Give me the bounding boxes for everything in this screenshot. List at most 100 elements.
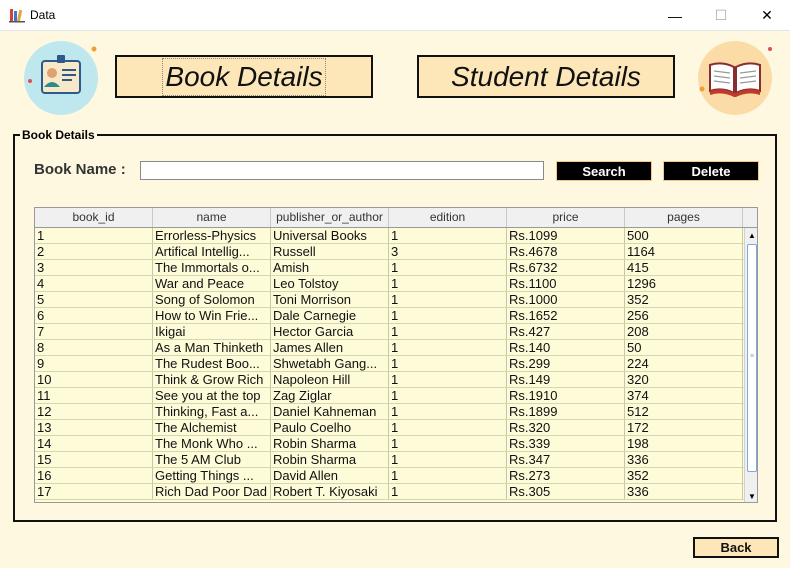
table-cell-book-id[interactable]: 4 — [35, 276, 153, 291]
table-cell-price[interactable]: Rs.305 — [507, 484, 625, 499]
table-cell-publisher-or-author[interactable]: Paulo Coelho — [271, 420, 389, 435]
maximize-button[interactable]: ☐ — [698, 0, 744, 31]
book-name-input[interactable] — [140, 161, 544, 180]
table-cell-book-id[interactable]: 10 — [35, 372, 153, 387]
table-row[interactable]: 2 Artifical Intellig... Russell 3 Rs.4678 116… — [35, 244, 744, 260]
table-cell-publisher-or-author[interactable]: Robert T. Kiyosaki — [271, 484, 389, 499]
table-cell-name[interactable]: See you at the top — [153, 388, 271, 403]
table-row[interactable]: 11 See you at the top Zag Ziglar 1 Rs.1910 37… — [35, 388, 744, 404]
table-cell-price[interactable]: Rs.273 — [507, 468, 625, 483]
table-cell-name[interactable]: Rich Dad Poor Dad — [153, 484, 271, 499]
table-cell-publisher-or-author[interactable]: Russell — [271, 244, 389, 259]
table-cell-edition[interactable]: 1 — [389, 468, 507, 483]
table-cell-name[interactable]: The Immortals o... — [153, 260, 271, 275]
table-cell-pages[interactable]: 336 — [625, 484, 743, 499]
table-cell-price[interactable]: Rs.1899 — [507, 404, 625, 419]
table-row[interactable]: 5 Song of Solomon Toni Morrison 1 Rs.1000 352 — [35, 292, 744, 308]
table-cell-edition[interactable]: 1 — [389, 484, 507, 499]
table-cell-name[interactable]: War and Peace — [153, 276, 271, 291]
table-row[interactable]: 15 The 5 AM Club Robin Sharma 1 Rs.347 336 — [35, 452, 744, 468]
table-cell-pages[interactable]: 198 — [625, 436, 743, 451]
table-row[interactable]: 3 The Immortals o... Amish 1 Rs.6732 415 — [35, 260, 744, 276]
table-cell-pages[interactable]: 352 — [625, 292, 743, 307]
table-cell-book-id[interactable]: 7 — [35, 324, 153, 339]
table-cell-edition[interactable]: 1 — [389, 452, 507, 467]
table-cell-book-id[interactable]: 12 — [35, 404, 153, 419]
table-cell-book-id[interactable]: 15 — [35, 452, 153, 467]
table-row[interactable]: 16 Getting Things ... David Allen 1 Rs.273 35… — [35, 468, 744, 484]
table-row[interactable]: 13 The Alchemist Paulo Coelho 1 Rs.320 172 — [35, 420, 744, 436]
vertical-scrollbar[interactable]: ▲ ≡ ▼ — [744, 228, 757, 502]
table-cell-price[interactable]: Rs.6732 — [507, 260, 625, 275]
table-cell-name[interactable]: The 5 AM Club — [153, 452, 271, 467]
table-cell-publisher-or-author[interactable]: Shwetabh Gang... — [271, 356, 389, 371]
scroll-down-arrow-icon[interactable]: ▼ — [745, 489, 757, 502]
table-cell-price[interactable]: Rs.1652 — [507, 308, 625, 323]
table-cell-pages[interactable]: 172 — [625, 420, 743, 435]
table-cell-name[interactable]: The Rudest Boo... — [153, 356, 271, 371]
table-cell-book-id[interactable]: 9 — [35, 356, 153, 371]
table-cell-edition[interactable]: 1 — [389, 276, 507, 291]
table-row[interactable]: 4 War and Peace Leo Tolstoy 1 Rs.1100 1296 — [35, 276, 744, 292]
table-cell-edition[interactable]: 1 — [389, 404, 507, 419]
table-cell-pages[interactable]: 224 — [625, 356, 743, 371]
table-cell-edition[interactable]: 1 — [389, 228, 507, 243]
table-cell-name[interactable]: Song of Solomon — [153, 292, 271, 307]
table-cell-price[interactable]: Rs.339 — [507, 436, 625, 451]
table-cell-book-id[interactable]: 3 — [35, 260, 153, 275]
table-cell-edition[interactable]: 1 — [389, 292, 507, 307]
table-cell-pages[interactable]: 256 — [625, 308, 743, 323]
table-cell-book-id[interactable]: 5 — [35, 292, 153, 307]
table-cell-edition[interactable]: 1 — [389, 324, 507, 339]
student-details-button[interactable]: Student Details — [417, 55, 675, 98]
book-details-button[interactable]: Book Details — [115, 55, 373, 98]
table-cell-publisher-or-author[interactable]: Daniel Kahneman — [271, 404, 389, 419]
table-cell-publisher-or-author[interactable]: Robin Sharma — [271, 452, 389, 467]
table-cell-pages[interactable]: 500 — [625, 228, 743, 243]
column-header-publisher-or-author[interactable]: publisher_or_author — [271, 208, 389, 227]
table-cell-publisher-or-author[interactable]: Toni Morrison — [271, 292, 389, 307]
table-cell-edition[interactable]: 1 — [389, 356, 507, 371]
table-cell-pages[interactable]: 415 — [625, 260, 743, 275]
table-cell-price[interactable]: Rs.140 — [507, 340, 625, 355]
table-cell-price[interactable]: Rs.1910 — [507, 388, 625, 403]
column-header-edition[interactable]: edition — [389, 208, 507, 227]
table-cell-book-id[interactable]: 1 — [35, 228, 153, 243]
table-cell-publisher-or-author[interactable]: David Allen — [271, 468, 389, 483]
table-cell-name[interactable]: Errorless-Physics — [153, 228, 271, 243]
table-cell-name[interactable]: Thinking, Fast a... — [153, 404, 271, 419]
table-cell-price[interactable]: Rs.427 — [507, 324, 625, 339]
table-cell-book-id[interactable]: 6 — [35, 308, 153, 323]
table-cell-book-id[interactable]: 11 — [35, 388, 153, 403]
table-cell-price[interactable]: Rs.347 — [507, 452, 625, 467]
table-cell-name[interactable]: The Monk Who ... — [153, 436, 271, 451]
table-cell-name[interactable]: Ikigai — [153, 324, 271, 339]
table-cell-name[interactable]: As a Man Thinketh — [153, 340, 271, 355]
close-button[interactable]: ✕ — [744, 0, 790, 31]
table-cell-edition[interactable]: 3 — [389, 244, 507, 259]
table-row[interactable]: 12 Thinking, Fast a... Daniel Kahneman 1 Rs.… — [35, 404, 744, 420]
table-cell-book-id[interactable]: 17 — [35, 484, 153, 499]
delete-button[interactable]: Delete — [663, 161, 759, 181]
table-cell-pages[interactable]: 352 — [625, 468, 743, 483]
table-cell-pages[interactable]: 1296 — [625, 276, 743, 291]
table-cell-edition[interactable]: 1 — [389, 436, 507, 451]
table-cell-pages[interactable]: 512 — [625, 404, 743, 419]
scroll-up-arrow-icon[interactable]: ▲ — [745, 228, 757, 242]
table-cell-edition[interactable]: 1 — [389, 420, 507, 435]
table-cell-edition[interactable]: 1 — [389, 308, 507, 323]
table-row[interactable]: 8 As a Man Thinketh James Allen 1 Rs.140 50 — [35, 340, 744, 356]
table-cell-name[interactable]: Artifical Intellig... — [153, 244, 271, 259]
table-cell-publisher-or-author[interactable]: Universal Books — [271, 228, 389, 243]
table-cell-publisher-or-author[interactable]: Napoleon Hill — [271, 372, 389, 387]
table-cell-book-id[interactable]: 14 — [35, 436, 153, 451]
back-button[interactable]: Back — [693, 537, 779, 558]
column-header-name[interactable]: name — [153, 208, 271, 227]
table-cell-pages[interactable]: 208 — [625, 324, 743, 339]
table-cell-edition[interactable]: 1 — [389, 388, 507, 403]
table-cell-book-id[interactable]: 13 — [35, 420, 153, 435]
table-cell-name[interactable]: Think & Grow Rich — [153, 372, 271, 387]
table-cell-price[interactable]: Rs.320 — [507, 420, 625, 435]
table-row[interactable]: 14 The Monk Who ... Robin Sharma 1 Rs.339 198 — [35, 436, 744, 452]
table-cell-pages[interactable]: 50 — [625, 340, 743, 355]
